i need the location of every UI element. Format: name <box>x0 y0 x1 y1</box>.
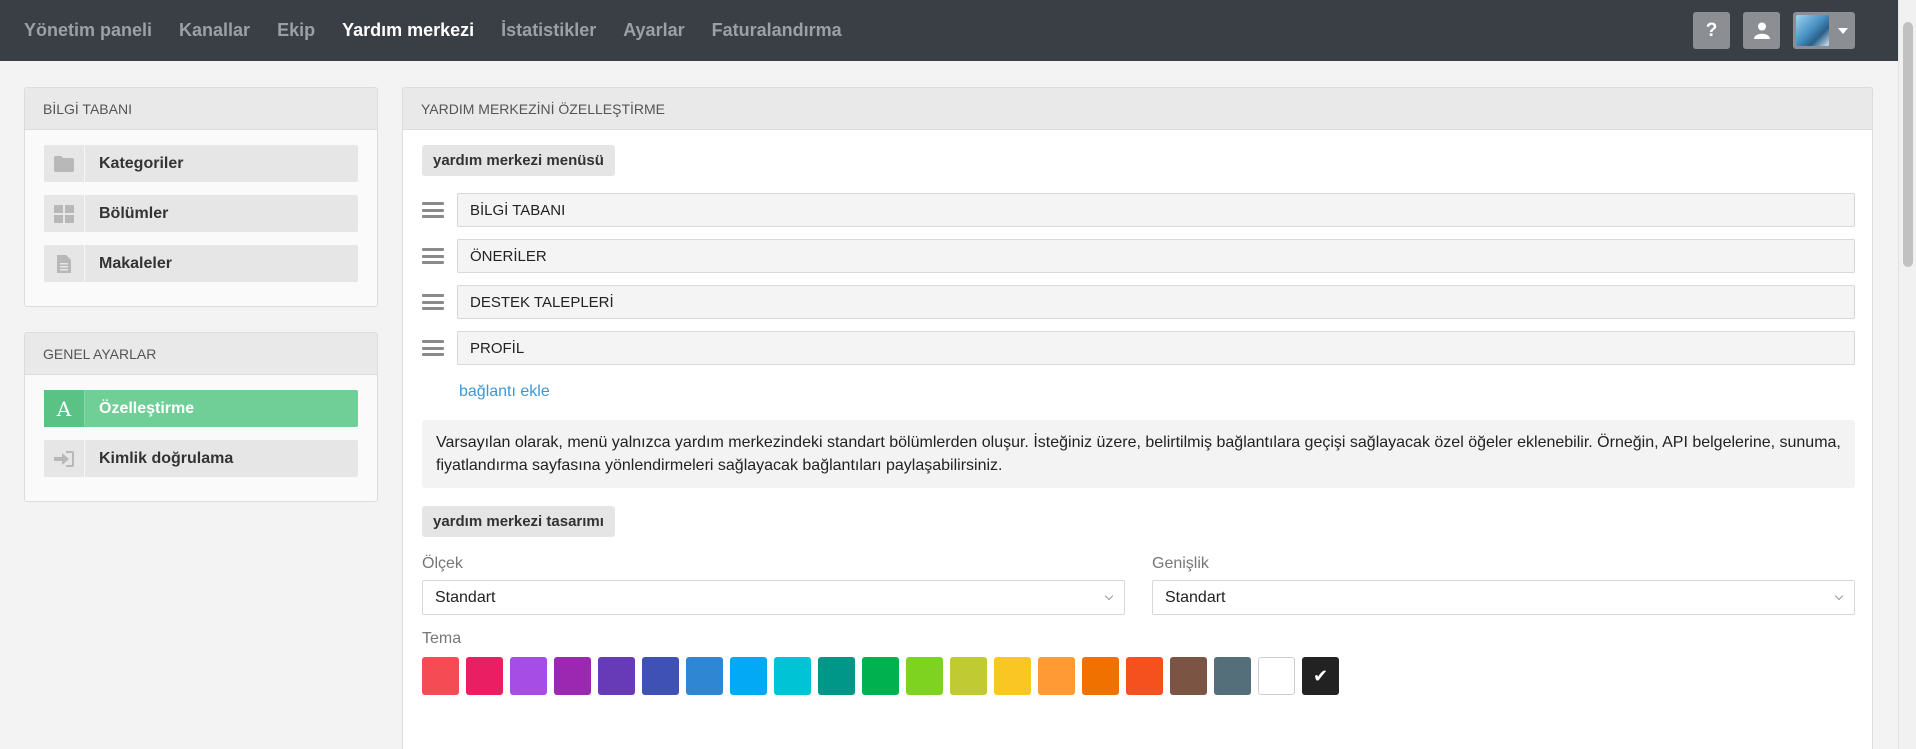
general-settings-panel: GENEL AYARLAR A Özelleştirme Kimlik doğr… <box>24 332 378 502</box>
sidebar-item-authentication[interactable]: Kimlik doğrulama <box>44 440 358 477</box>
drag-handle-icon[interactable] <box>422 292 444 312</box>
theme-swatch[interactable] <box>994 657 1031 695</box>
user-button[interactable] <box>1743 12 1780 49</box>
scale-select[interactable]: Standart <box>422 580 1125 615</box>
theme-swatch[interactable] <box>862 657 899 695</box>
check-icon: ✔ <box>1312 665 1329 686</box>
width-label: Genişlik <box>1152 555 1209 572</box>
menu-item-input[interactable] <box>457 239 1855 273</box>
page-title: YARDIM MERKEZİNİ ÖZELLEŞTİRME <box>403 88 1872 130</box>
width-select-value: Standart <box>1165 588 1226 606</box>
theme-swatch[interactable] <box>1170 657 1207 695</box>
sidebar-item-label: Bölümler <box>99 204 169 222</box>
theme-swatch[interactable] <box>598 657 635 695</box>
theme-swatch[interactable] <box>466 657 503 695</box>
profile-menu-button[interactable] <box>1793 12 1855 49</box>
theme-swatch[interactable] <box>1038 657 1075 695</box>
nav-item-help-center[interactable]: Yardım merkezi <box>342 20 474 41</box>
customization-panel: YARDIM MERKEZİNİ ÖZELLEŞTİRME yardım mer… <box>402 87 1873 749</box>
theme-swatch[interactable] <box>950 657 987 695</box>
theme-swatch[interactable] <box>1082 657 1119 695</box>
theme-swatch[interactable] <box>1258 657 1295 695</box>
menu-item-input[interactable] <box>457 331 1855 365</box>
add-link-button[interactable]: bağlantı ekle <box>459 383 550 401</box>
top-actions: ? <box>1680 12 1855 49</box>
nav-item-settings[interactable]: Ayarlar <box>623 20 684 41</box>
theme-swatch[interactable] <box>642 657 679 695</box>
chevron-down-icon <box>1104 591 1114 600</box>
folder-icon <box>44 145 85 182</box>
scrollbar-thumb[interactable] <box>1903 22 1913 267</box>
caret-down-icon <box>1838 27 1848 34</box>
theme-swatch[interactable] <box>774 657 811 695</box>
sign-in-icon <box>44 440 85 477</box>
nav-item-statistics[interactable]: İstatistikler <box>501 20 596 41</box>
theme-swatch[interactable] <box>730 657 767 695</box>
menu-info-text: Varsayılan olarak, menü yalnızca yardım … <box>422 420 1855 488</box>
sidebar-item-label: Kategoriler <box>99 154 184 172</box>
theme-swatch[interactable] <box>1126 657 1163 695</box>
design-section-label: yardım merkezi tasarımı <box>422 506 615 537</box>
help-button[interactable]: ? <box>1693 12 1730 49</box>
theme-swatch[interactable]: ✔ <box>1302 657 1339 695</box>
drag-handle-icon[interactable] <box>422 200 444 220</box>
scale-field: Ölçek Standart <box>422 555 1125 615</box>
knowledge-base-title: BİLGİ TABANI <box>25 88 377 130</box>
grid-icon <box>44 195 85 232</box>
theme-swatch[interactable] <box>510 657 547 695</box>
main-nav: Yönetim paneli Kanallar Ekip Yardım merk… <box>24 0 869 61</box>
nav-item-channels[interactable]: Kanallar <box>179 20 250 41</box>
nav-item-dashboard[interactable]: Yönetim paneli <box>24 20 152 41</box>
knowledge-base-panel: BİLGİ TABANI Kategoriler Bölümler Makale… <box>24 87 378 307</box>
width-field: Genişlik Standart <box>1152 555 1855 615</box>
nav-item-team[interactable]: Ekip <box>277 20 315 41</box>
width-select[interactable]: Standart <box>1152 580 1855 615</box>
theme-label: Tema <box>422 630 462 647</box>
page-scrollbar[interactable] <box>1898 0 1916 749</box>
sidebar-item-customization[interactable]: A Özelleştirme <box>44 390 358 427</box>
avatar <box>1796 15 1829 46</box>
menu-item-input[interactable] <box>457 193 1855 227</box>
nav-item-billing[interactable]: Faturalandırma <box>712 20 842 41</box>
menu-item-row <box>422 331 1855 365</box>
sidebar-item-articles[interactable]: Makaleler <box>44 245 358 282</box>
user-icon <box>1753 22 1770 39</box>
scale-select-value: Standart <box>435 588 496 606</box>
scale-label: Ölçek <box>422 555 463 572</box>
sidebar-item-categories[interactable]: Kategoriler <box>44 145 358 182</box>
drag-handle-icon[interactable] <box>422 338 444 358</box>
menu-item-row <box>422 239 1855 273</box>
menu-item-row <box>422 285 1855 319</box>
theme-swatch[interactable] <box>906 657 943 695</box>
menu-section-label: yardım merkezi menüsü <box>422 145 615 176</box>
theme-swatch[interactable] <box>1214 657 1251 695</box>
menu-item-row <box>422 193 1855 227</box>
theme-color-picker: ✔ <box>422 657 1855 695</box>
sidebar-item-label: Makaleler <box>99 254 172 272</box>
menu-items-list <box>422 193 1855 365</box>
menu-item-input[interactable] <box>457 285 1855 319</box>
theme-swatch[interactable] <box>554 657 591 695</box>
sidebar-item-sections[interactable]: Bölümler <box>44 195 358 232</box>
chevron-down-icon <box>1834 591 1844 600</box>
theme-swatch[interactable] <box>818 657 855 695</box>
sidebar: BİLGİ TABANI Kategoriler Bölümler Makale… <box>24 87 378 527</box>
font-icon: A <box>44 390 85 427</box>
question-icon: ? <box>1705 19 1718 41</box>
theme-swatch[interactable] <box>686 657 723 695</box>
sidebar-item-label: Kimlik doğrulama <box>99 449 234 467</box>
theme-swatch[interactable] <box>422 657 459 695</box>
sidebar-item-label: Özelleştirme <box>99 399 195 417</box>
general-settings-title: GENEL AYARLAR <box>25 333 377 375</box>
drag-handle-icon[interactable] <box>422 246 444 266</box>
top-navigation-bar: Yönetim paneli Kanallar Ekip Yardım merk… <box>0 0 1898 61</box>
document-icon <box>44 245 85 282</box>
